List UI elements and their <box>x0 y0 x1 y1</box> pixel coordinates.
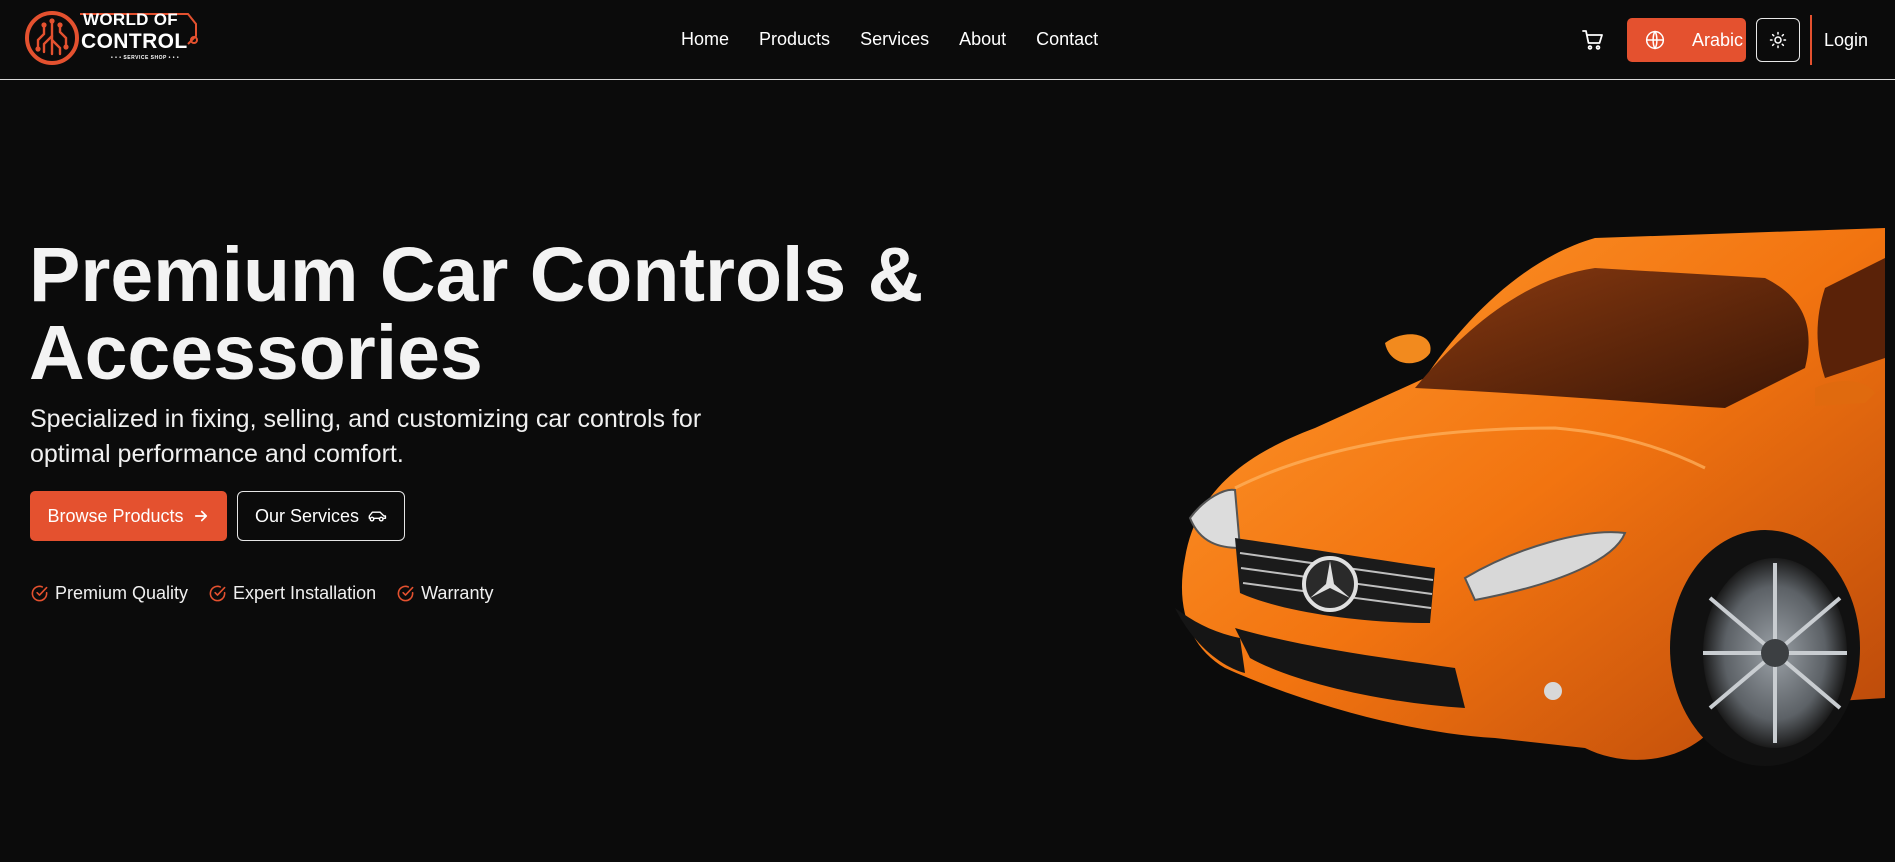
theme-toggle-button[interactable] <box>1756 18 1800 62</box>
hero-title-line-1: Premium Car Controls & <box>29 232 924 318</box>
hero-title-line-2: Accessories <box>29 310 483 396</box>
site-header: WORLD OF CONTROL • • • SERVICE SHOP • • … <box>0 0 1895 80</box>
our-services-button[interactable]: Our Services <box>237 491 405 541</box>
main-nav: Home Products Services About Contact <box>681 28 1098 50</box>
hero-subtitle: Specialized in fixing, selling, and cust… <box>30 402 750 472</box>
check-circle-icon <box>397 585 414 601</box>
nav-services[interactable]: Services <box>860 28 929 50</box>
language-label: Arabic <box>1692 29 1744 50</box>
globe-icon <box>1645 30 1665 50</box>
feature-label: Premium Quality <box>55 583 189 603</box>
circuit-logo-icon <box>25 11 79 65</box>
feature-list: Premium Quality Expert Installation Warr… <box>30 582 493 604</box>
hero-subtitle-line-1: Specialized in fixing, selling, and cust… <box>30 405 702 433</box>
nav-about[interactable]: About <box>959 28 1006 50</box>
feature-warranty: Warranty <box>396 582 493 604</box>
browse-products-button[interactable]: Browse Products <box>30 491 227 541</box>
brand-line-1: WORLD OF <box>83 10 178 29</box>
feature-expert-installation: Expert Installation <box>208 582 376 604</box>
our-services-label: Our Services <box>254 505 360 526</box>
header-divider <box>1810 15 1812 65</box>
feature-label: Expert Installation <box>233 583 377 603</box>
brand-line-2: CONTROL <box>81 30 188 53</box>
login-link[interactable]: Login <box>1824 29 1868 51</box>
hero-subtitle-line-2: optimal performance and comfort. <box>30 440 404 468</box>
brand-logo[interactable]: WORLD OF CONTROL • • • SERVICE SHOP • • … <box>24 10 199 66</box>
nav-contact[interactable]: Contact <box>1036 28 1098 50</box>
nav-products[interactable]: Products <box>759 28 830 50</box>
arrow-right-icon <box>194 510 207 522</box>
brand-wordmark: WORLD OF CONTROL • • • SERVICE SHOP • • … <box>81 11 199 61</box>
language-button[interactable]: Arabic <box>1627 18 1746 62</box>
hero-title: Premium Car Controls & Accessories <box>29 236 929 392</box>
feature-label: Warranty <box>421 583 494 603</box>
browse-products-label: Browse Products <box>47 505 184 526</box>
nav-home[interactable]: Home <box>681 28 729 50</box>
cart-icon[interactable] <box>1581 28 1605 52</box>
brand-tagline: • • • SERVICE SHOP • • • <box>111 55 180 61</box>
feature-premium-quality: Premium Quality <box>30 582 188 604</box>
check-circle-icon <box>31 585 48 601</box>
sun-icon <box>1769 31 1787 49</box>
car-icon <box>368 511 387 522</box>
orange-car-image <box>1175 228 1885 766</box>
check-circle-icon <box>209 585 226 601</box>
